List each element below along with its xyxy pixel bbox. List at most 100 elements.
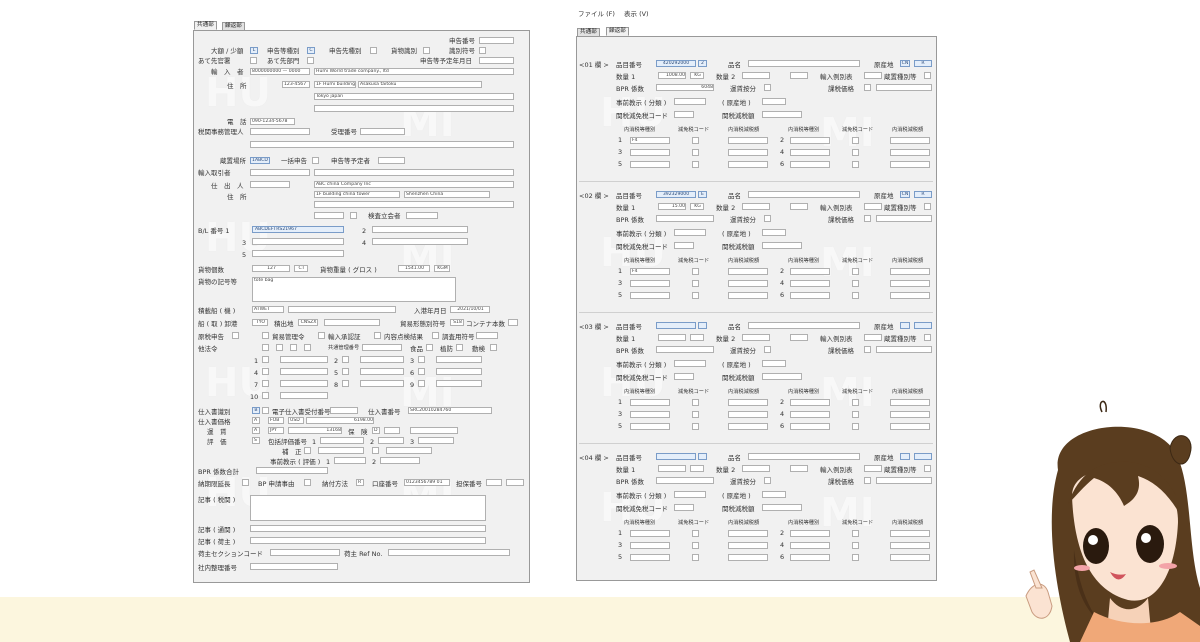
cargo-id-field[interactable] (423, 47, 430, 54)
importer-name-field[interactable]: Humi World trade company., ltd (314, 68, 514, 75)
other-law-chk3[interactable] (290, 344, 297, 351)
inner-tax-type-field[interactable] (630, 411, 670, 418)
item-flag-field[interactable]: E (698, 191, 707, 198)
inner-tax-type-field[interactable]: F4 (630, 268, 670, 275)
shipper-name-field[interactable]: ABC china Company Inc (314, 181, 514, 188)
price-field[interactable]: 6198.00 (306, 417, 374, 424)
storage-type-field[interactable] (924, 72, 931, 79)
inner-tax-amt-field[interactable] (728, 542, 768, 549)
other-law-no[interactable] (280, 356, 328, 363)
phone-field[interactable]: 090-1234-5678 (250, 118, 295, 125)
inner-tax-amt-field[interactable] (728, 137, 768, 144)
exemption-code-field[interactable] (852, 161, 859, 168)
inner-tax-amt-field[interactable] (890, 268, 930, 275)
freight-amt-field[interactable]: 13168 (288, 427, 342, 434)
qty1-field[interactable] (658, 465, 686, 472)
insurance-amt-field[interactable] (410, 427, 458, 434)
shipper-addr1-field[interactable]: 1F building china tower (314, 191, 400, 198)
e-invoice-chk[interactable] (262, 407, 269, 414)
correction-field2[interactable] (386, 447, 432, 454)
bpr-field[interactable]: 6048 (656, 84, 714, 91)
qty2-unit-field[interactable] (790, 465, 808, 472)
e-invoice-no-field[interactable] (330, 407, 358, 414)
customs-admin-field[interactable] (250, 128, 310, 135)
pkg-unit-field[interactable]: CT (294, 265, 308, 272)
shipper-country-field[interactable] (350, 212, 357, 219)
taxable-price-field[interactable] (876, 215, 932, 222)
inner-tax-type-field[interactable] (630, 554, 670, 561)
inner-tax-type-field[interactable] (790, 161, 830, 168)
addr4-field[interactable] (314, 105, 514, 112)
bulk-decl-field[interactable] (312, 157, 319, 164)
exemption-code-field[interactable] (852, 399, 859, 406)
qty1-unit-field[interactable]: KG (690, 72, 704, 79)
inner-tax-amt-field[interactable] (728, 292, 768, 299)
exemption-code-field[interactable] (852, 423, 859, 430)
inner-tax-type-field[interactable] (790, 149, 830, 156)
exemption-code-field[interactable] (692, 292, 699, 299)
insurance-flag-field[interactable]: D (372, 427, 380, 434)
inner-tax-type-field[interactable] (630, 399, 670, 406)
prior-origin-field[interactable] (762, 229, 786, 236)
bulk-valuation2-field[interactable] (378, 437, 404, 444)
prior-teaching2-field[interactable] (380, 457, 420, 464)
other-law-no[interactable] (436, 380, 482, 387)
inner-tax-type-field[interactable] (790, 399, 830, 406)
prior-origin-field[interactable] (762, 98, 786, 105)
qty2-field[interactable] (742, 203, 770, 210)
exemption-code-field[interactable] (852, 280, 859, 287)
inner-tax-amt-field[interactable] (890, 292, 930, 299)
inner-tax-type-field[interactable] (630, 423, 670, 430)
tariff-amt-field[interactable] (762, 242, 802, 249)
exemption-code-field[interactable] (692, 161, 699, 168)
inner-tax-amt-field[interactable] (890, 542, 930, 549)
importer-code-field[interactable]: 8000000000 — 0000 (250, 68, 310, 75)
inner-tax-amt-field[interactable] (890, 399, 930, 406)
item-flag-field[interactable]: 2 (698, 60, 707, 67)
tariff-amt-field[interactable] (762, 373, 802, 380)
plant-chk[interactable] (456, 344, 463, 351)
other-law-no[interactable] (436, 356, 482, 363)
deferral-chk[interactable] (242, 479, 249, 486)
freight-div-field[interactable] (764, 346, 771, 353)
port-field[interactable]: TYO (252, 319, 268, 326)
inner-tax-amt-field[interactable] (728, 268, 768, 275)
tab-common[interactable]: 共通部 (194, 21, 217, 30)
postal-field[interactable]: 123-4567 (282, 81, 310, 88)
item-code-field[interactable] (656, 322, 696, 329)
inner-tax-amt-field[interactable] (890, 411, 930, 418)
prior-class-field[interactable] (674, 98, 706, 105)
invoice-id-field[interactable]: B (252, 407, 260, 414)
shipper-code-field[interactable] (250, 181, 290, 188)
qty1-unit-field[interactable] (690, 465, 704, 472)
other-law-chk4[interactable] (304, 344, 311, 351)
taxable-price-chk[interactable] (864, 84, 871, 91)
prior-teaching1-field[interactable] (334, 457, 366, 464)
item-flag-field[interactable] (698, 453, 707, 460)
other-law-no[interactable] (280, 380, 328, 387)
inner-tax-type-field[interactable] (630, 542, 670, 549)
inner-tax-amt-field[interactable] (728, 554, 768, 561)
consignee-div-field[interactable] (307, 57, 314, 64)
other-law-no[interactable] (360, 356, 404, 363)
account-no-field[interactable]: 0123456789 01 (404, 479, 450, 486)
inner-tax-type-field[interactable] (790, 268, 830, 275)
exemption-code-field[interactable] (852, 292, 859, 299)
inner-tax-amt-field[interactable] (728, 530, 768, 537)
origin-flag-field[interactable]: R (914, 191, 932, 198)
exemption-code-field[interactable] (852, 530, 859, 537)
bl2-field[interactable] (372, 226, 468, 233)
item-name-field[interactable] (748, 322, 860, 329)
decl-type-field[interactable]: C (307, 47, 315, 54)
addr3-field[interactable]: Tokyo japan (314, 93, 514, 100)
exemption-code-field[interactable] (852, 411, 859, 418)
other-law-code[interactable] (262, 368, 269, 375)
exemption-code-field[interactable] (852, 542, 859, 549)
item-name-field[interactable] (748, 453, 860, 460)
exemption-code-field[interactable] (692, 423, 699, 430)
loading-port-field[interactable]: CNSZX (298, 319, 318, 326)
container-count-field[interactable] (508, 319, 518, 326)
qty2-unit-field[interactable] (790, 203, 808, 210)
origin-field[interactable]: CN (900, 191, 910, 198)
arrival-date-field[interactable]: 2021/10/01 (450, 306, 490, 313)
